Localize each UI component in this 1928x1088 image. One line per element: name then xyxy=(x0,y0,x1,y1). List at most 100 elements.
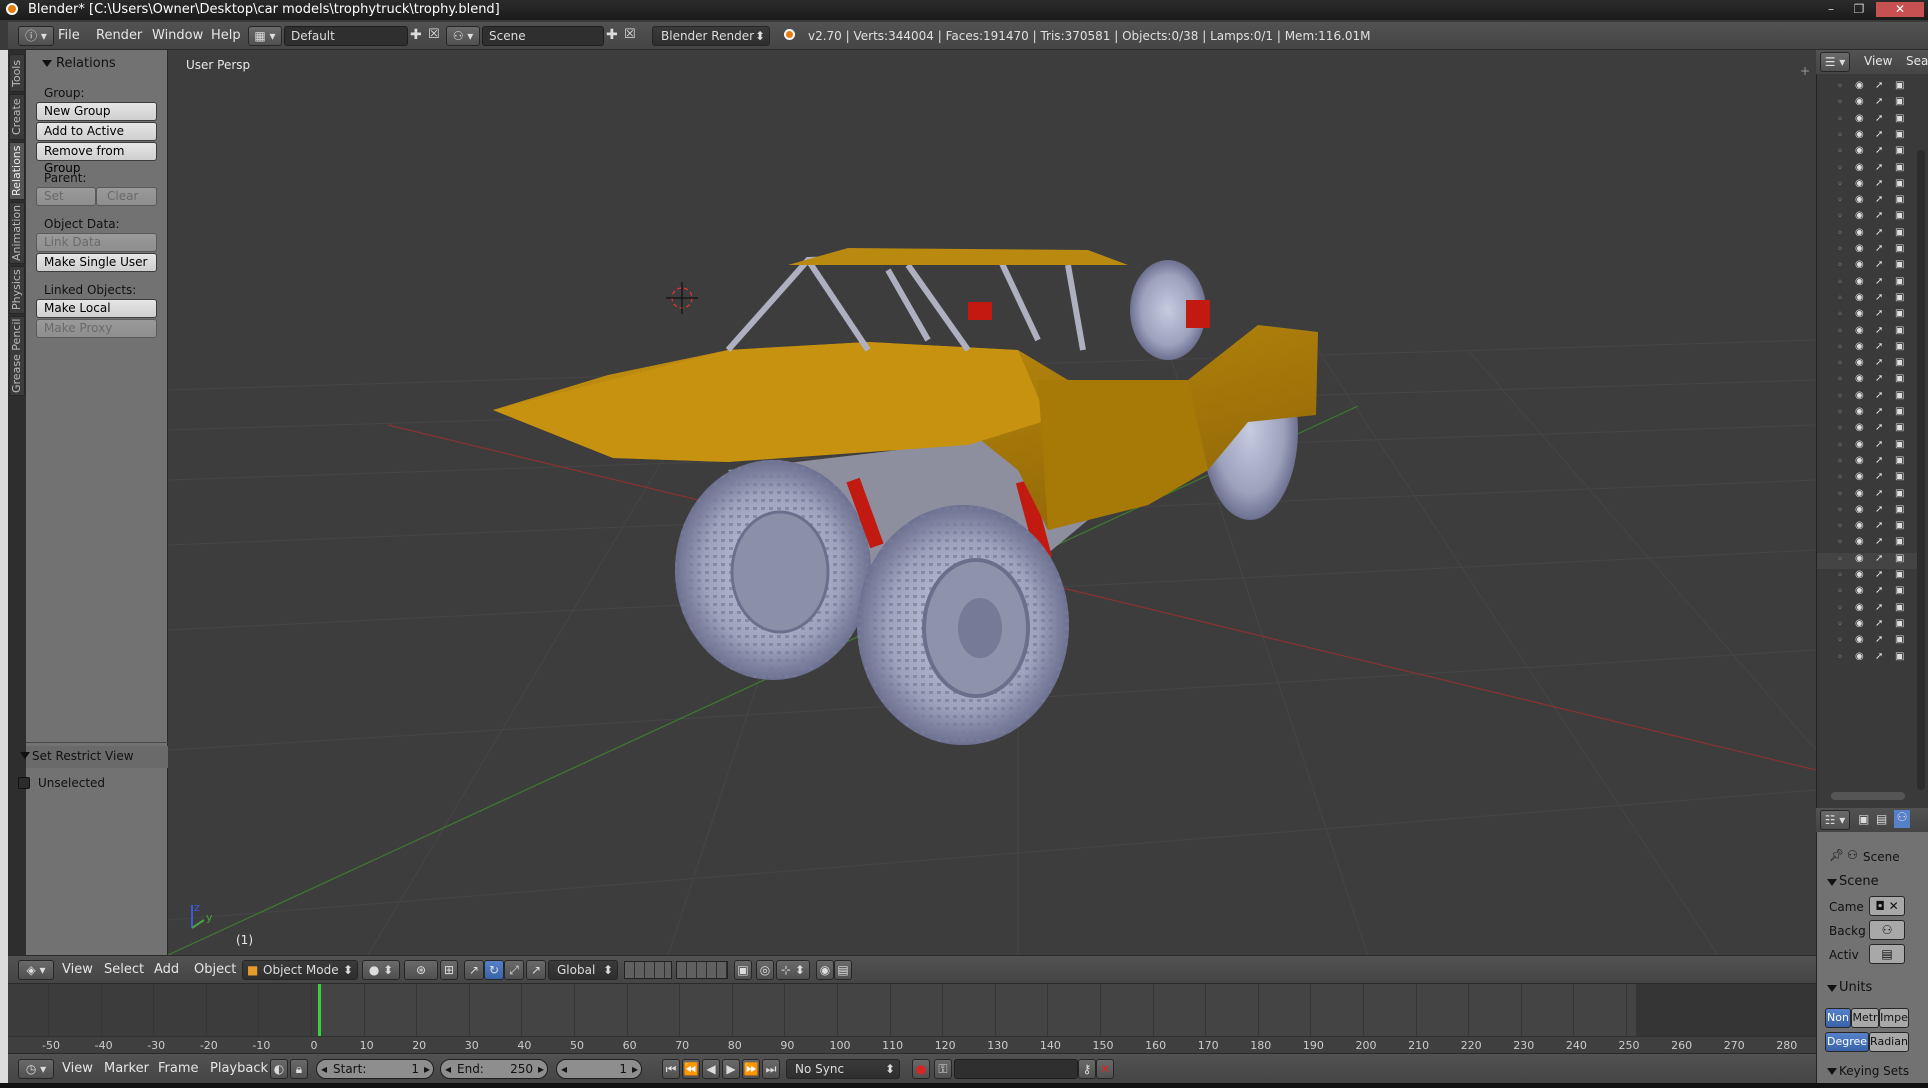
visibility-eye-icon[interactable]: ◉ xyxy=(1855,162,1864,173)
render-camera-icon[interactable]: ▣ xyxy=(1895,178,1904,189)
outliner-row[interactable]: ◦ ◉ ➚ ▣ xyxy=(1817,113,1917,129)
render-camera-icon[interactable]: ▣ xyxy=(1895,357,1904,368)
increment-arrow-icon[interactable]: ▸ xyxy=(538,1060,544,1078)
outliner-row[interactable]: ◦ ◉ ➚ ▣ xyxy=(1817,373,1917,389)
active-clip-field[interactable]: ▤ xyxy=(1869,944,1905,964)
editor-type-outliner-button[interactable]: ☰ ▾ xyxy=(1820,52,1850,72)
outliner-row[interactable]: ◦ ◉ ➚ ▣ xyxy=(1817,341,1917,357)
expand-icon[interactable]: ◦ xyxy=(1837,586,1843,597)
render-camera-icon[interactable]: ▣ xyxy=(1895,569,1904,580)
outliner-row[interactable]: ◦ ◉ ➚ ▣ xyxy=(1817,536,1917,552)
visibility-eye-icon[interactable]: ◉ xyxy=(1855,504,1864,515)
sync-mode-dropdown[interactable]: No Sync ⬍ xyxy=(786,1059,900,1079)
expand-icon[interactable]: ◦ xyxy=(1837,554,1843,565)
expand-icon[interactable]: ◦ xyxy=(1837,652,1843,663)
outliner-row[interactable]: ◦ ◉ ➚ ▣ xyxy=(1817,488,1917,504)
outliner-row[interactable]: ◦ ◉ ➚ ▣ xyxy=(1817,210,1917,226)
expand-icon[interactable]: ◦ xyxy=(1837,521,1843,532)
render-camera-icon[interactable]: ▣ xyxy=(1895,276,1904,287)
outliner-row[interactable]: ◦ ◉ ➚ ▣ xyxy=(1817,194,1917,210)
visibility-eye-icon[interactable]: ◉ xyxy=(1855,520,1864,531)
selectable-cursor-icon[interactable]: ➚ xyxy=(1875,96,1883,107)
selectable-cursor-icon[interactable]: ➚ xyxy=(1875,455,1883,466)
expand-icon[interactable]: ◦ xyxy=(1837,114,1843,125)
maximize-button[interactable]: ❐ xyxy=(1848,2,1870,17)
selectable-cursor-icon[interactable]: ➚ xyxy=(1875,504,1883,515)
selectable-cursor-icon[interactable]: ➚ xyxy=(1875,553,1883,564)
outliner-row[interactable]: ◦ ◉ ➚ ▣ xyxy=(1817,390,1917,406)
render-camera-icon[interactable]: ▣ xyxy=(1895,390,1904,401)
selectable-cursor-icon[interactable]: ➚ xyxy=(1875,308,1883,319)
expand-icon[interactable]: ◦ xyxy=(1837,407,1843,418)
insert-keyframe-button[interactable]: ⚷ xyxy=(1078,1059,1096,1079)
visibility-eye-icon[interactable]: ◉ xyxy=(1855,357,1864,368)
relations-panel-header[interactable]: Relations xyxy=(26,54,168,76)
render-camera-icon[interactable]: ▣ xyxy=(1895,373,1904,384)
increment-arrow-icon[interactable]: ▸ xyxy=(632,1060,638,1078)
selectable-cursor-icon[interactable]: ➚ xyxy=(1875,357,1883,368)
rotate-manipulator-button[interactable]: ↻ xyxy=(484,960,504,980)
selectable-cursor-icon[interactable]: ➚ xyxy=(1875,602,1883,613)
manipulator-toggle[interactable]: ⊞ xyxy=(440,960,458,980)
tab-tools[interactable]: Tools xyxy=(9,54,25,92)
outliner-row[interactable]: ◦ ◉ ➚ ▣ xyxy=(1817,243,1917,259)
visibility-eye-icon[interactable]: ◉ xyxy=(1855,553,1864,564)
expand-icon[interactable]: ◦ xyxy=(1837,374,1843,385)
expand-icon[interactable]: ◦ xyxy=(1837,342,1843,353)
outliner-row[interactable]: ◦ ◉ ➚ ▣ xyxy=(1817,439,1917,455)
menu-render[interactable]: Render xyxy=(96,28,142,43)
next-keyframe-button[interactable]: ⏩ xyxy=(742,1059,760,1079)
menu-file[interactable]: File xyxy=(58,28,80,43)
menu-object[interactable]: Object xyxy=(194,962,236,977)
decrement-arrow-icon[interactable]: ◂ xyxy=(321,1060,327,1078)
rotation-radians-button[interactable]: Radian xyxy=(1869,1032,1909,1052)
screen-layout-field[interactable]: Default xyxy=(284,26,408,46)
make-proxy-button[interactable]: Make Proxy xyxy=(36,319,157,338)
render-camera-icon[interactable]: ▣ xyxy=(1895,292,1904,303)
outliner-row[interactable]: ◦ ◉ ➚ ▣ xyxy=(1817,145,1917,161)
render-context-icon[interactable]: ▣ xyxy=(1858,812,1869,826)
expand-icon[interactable]: ◦ xyxy=(1837,179,1843,190)
parent-clear-button[interactable]: Clear xyxy=(96,187,157,206)
link-data-button[interactable]: Link Data xyxy=(36,233,157,252)
scale-manipulator-button[interactable]: ⤢ xyxy=(504,960,524,980)
expand-icon[interactable]: ◦ xyxy=(1837,244,1843,255)
menu-window[interactable]: Window xyxy=(152,28,203,43)
new-group-button[interactable]: New Group xyxy=(36,102,157,121)
render-camera-icon[interactable]: ▣ xyxy=(1895,80,1904,91)
render-camera-icon[interactable]: ▣ xyxy=(1895,308,1904,319)
visibility-eye-icon[interactable]: ◉ xyxy=(1855,113,1864,124)
expand-icon[interactable]: ◦ xyxy=(1837,570,1843,581)
record-button[interactable]: ● xyxy=(912,1059,930,1079)
translate-manipulator-button[interactable]: ↗ xyxy=(464,960,484,980)
selectable-cursor-icon[interactable]: ➚ xyxy=(1875,194,1883,205)
expand-icon[interactable]: ◦ xyxy=(1837,456,1843,467)
decrement-arrow-icon[interactable]: ◂ xyxy=(445,1060,451,1078)
menu-marker[interactable]: Marker xyxy=(104,1061,149,1076)
expand-icon[interactable]: ◦ xyxy=(1837,440,1843,451)
visibility-eye-icon[interactable]: ◉ xyxy=(1855,618,1864,629)
selectable-cursor-icon[interactable]: ➚ xyxy=(1875,406,1883,417)
selectable-cursor-icon[interactable]: ➚ xyxy=(1875,520,1883,531)
visibility-eye-icon[interactable]: ◉ xyxy=(1855,308,1864,319)
expand-icon[interactable]: ◦ xyxy=(1837,211,1843,222)
visibility-eye-icon[interactable]: ◉ xyxy=(1855,325,1864,336)
layer-buttons-1[interactable] xyxy=(624,961,672,979)
visibility-eye-icon[interactable]: ◉ xyxy=(1855,585,1864,596)
prev-keyframe-button[interactable]: ⏪ xyxy=(682,1059,700,1079)
visibility-eye-icon[interactable]: ◉ xyxy=(1855,178,1864,189)
expand-icon[interactable]: ◦ xyxy=(1837,309,1843,320)
selectable-cursor-icon[interactable]: ➚ xyxy=(1875,162,1883,173)
visibility-eye-icon[interactable]: ◉ xyxy=(1855,488,1864,499)
render-camera-icon[interactable]: ▣ xyxy=(1895,455,1904,466)
expand-icon[interactable]: ◦ xyxy=(1837,472,1843,483)
expand-icon[interactable]: ◦ xyxy=(1837,130,1843,141)
outliner-row[interactable]: ◦ ◉ ➚ ▣ xyxy=(1817,276,1917,292)
outliner-row[interactable]: ◦ ◉ ➚ ▣ xyxy=(1817,618,1917,634)
outliner-row[interactable]: ◦ ◉ ➚ ▣ xyxy=(1817,422,1917,438)
unit-metric-button[interactable]: Metr xyxy=(1851,1008,1879,1028)
outliner-row[interactable]: ◦ ◉ ➚ ▣ xyxy=(1817,585,1917,601)
expand-icon[interactable]: ◦ xyxy=(1837,277,1843,288)
pivot-point-dropdown[interactable]: ⊛ xyxy=(404,960,438,980)
close-window-button[interactable]: ✕ xyxy=(1876,2,1924,17)
